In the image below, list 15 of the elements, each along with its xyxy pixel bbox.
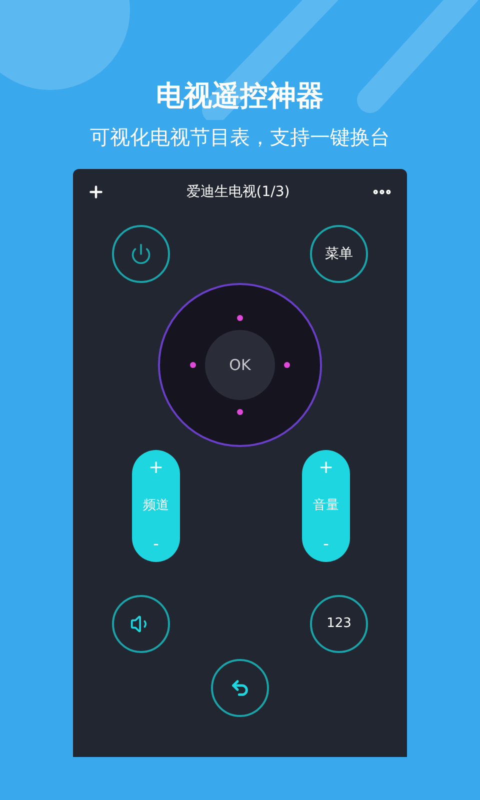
ok-button[interactable]: OK <box>205 330 275 400</box>
page-subtitle: 可视化电视节目表，支持一键换台 <box>90 124 390 150</box>
number-button[interactable]: 123 <box>310 595 368 653</box>
device-title: 爱迪生电视(1/3) <box>186 182 290 202</box>
rocker-label: 音量 <box>313 497 339 516</box>
page-title: 电视遥控神器 <box>156 78 324 114</box>
minus-button[interactable]: - <box>153 534 159 554</box>
plus-button[interactable]: + <box>318 458 334 478</box>
back-arrow-icon <box>230 678 250 698</box>
menu-button[interactable]: 菜单 <box>310 225 368 283</box>
plus-button[interactable]: + <box>148 458 164 478</box>
minus-button[interactable]: - <box>323 534 329 554</box>
rocker-label: 频道 <box>143 497 169 516</box>
add-icon[interactable] <box>87 183 105 201</box>
power-icon <box>130 243 152 265</box>
